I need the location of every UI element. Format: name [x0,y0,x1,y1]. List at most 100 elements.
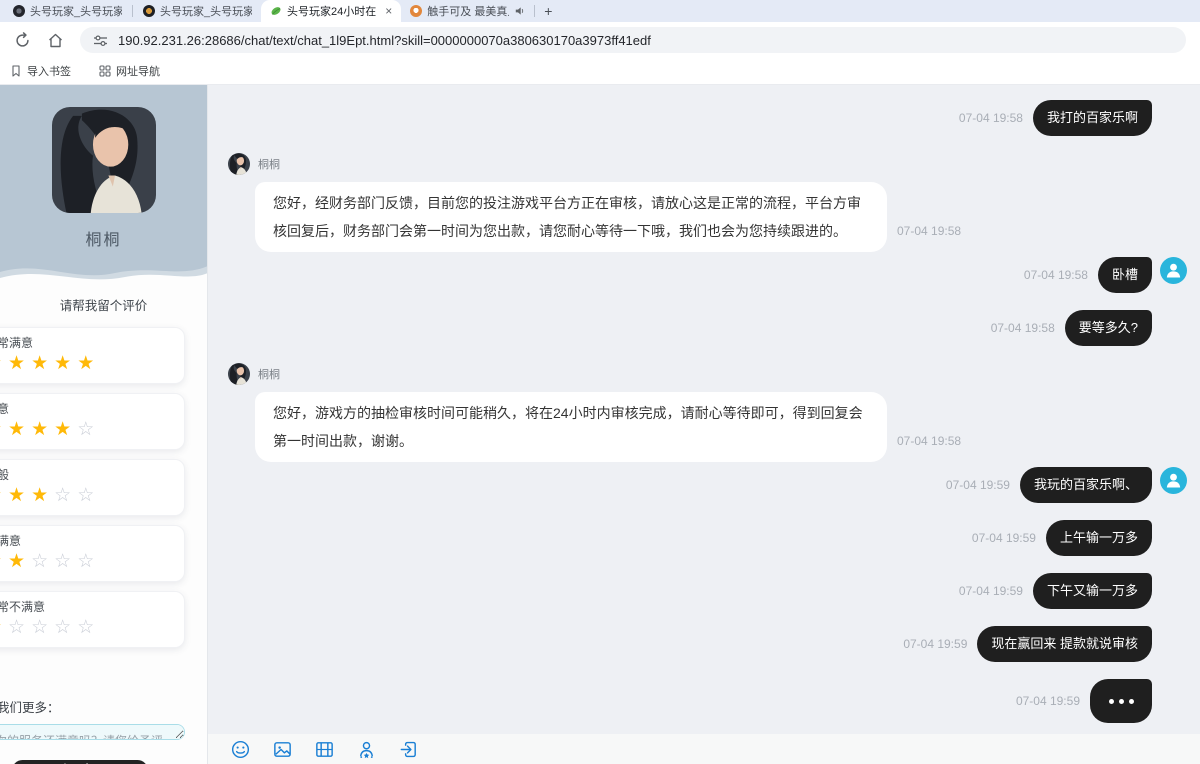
star-empty-icon[interactable]: ☆ [77,617,100,638]
star-empty-icon[interactable]: ☆ [77,419,100,440]
tab-3-active[interactable]: 头号玩家24小时在 × [261,0,401,22]
star-filled-icon[interactable]: ★ [8,485,31,506]
user-message-row: 07-04 19:59 现在赢回来 提款就说审核 [208,626,1200,662]
wave-divider [0,256,208,286]
star-filled-icon[interactable]: ★ [0,353,8,374]
tab-4-favicon-icon [410,5,422,17]
tab-separator [534,5,535,17]
user-message-bubble[interactable]: 卧槽 [1098,257,1152,293]
star-filled-icon[interactable]: ★ [54,353,77,374]
rating-card[interactable]: 非常不满意 ★☆☆☆☆ [0,591,185,648]
home-icon[interactable] [47,32,64,49]
user-message-bubble[interactable]: 要等多久? [1065,310,1152,346]
star-empty-icon[interactable]: ☆ [54,485,77,506]
tab-4[interactable]: 触手可及 最美真人 [401,0,533,22]
image-icon[interactable] [272,739,293,760]
star-filled-icon[interactable]: ★ [31,353,54,374]
rate-service-icon[interactable] [356,739,377,760]
star-filled-icon[interactable]: ★ [0,485,8,506]
user-message-row: 07-04 19:59 [208,679,1200,723]
user-message-bubble[interactable]: 我打的百家乐啊 [1033,100,1152,136]
submit-button[interactable]: 提交 [12,760,148,764]
star-filled-icon[interactable]: ★ [8,353,31,374]
rate-title: 请帮我留个评价 [0,295,207,314]
message-time: 07-04 19:59 [946,478,1010,492]
star-filled-icon[interactable]: ★ [77,353,100,374]
agent-avatar [52,107,156,213]
feedback-textarea[interactable] [0,724,185,740]
agent-header: 桐桐 [0,85,207,286]
tab-2-favicon-icon [143,5,155,17]
star-empty-icon[interactable]: ☆ [54,551,77,572]
reload-icon[interactable] [14,32,31,49]
grid-icon [99,65,111,77]
new-tab-button[interactable]: + [536,3,560,19]
rating-card[interactable]: 一般 ★★★☆☆ [0,459,185,516]
user-message-row: 07-04 19:58 卧槽 [208,257,1200,293]
bookmark-import[interactable]: 导入书签 [10,63,71,79]
user-message-bubble[interactable]: 下午又输一万多 [1033,573,1152,609]
user-message-bubble[interactable] [1090,679,1152,723]
site-controls-icon[interactable] [93,33,108,48]
tab-audio-icon[interactable] [514,5,525,17]
tab-1[interactable]: 头号玩家_头号玩家游 [4,0,131,22]
tab-2[interactable]: 头号玩家_头号玩家游 [134,0,261,22]
message-list[interactable]: 07-04 19:58 我打的百家乐啊 桐桐 您好，经财务部门反馈，目前您的投注… [208,85,1200,734]
message-time: 07-04 19:58 [959,111,1023,125]
user-message-bubble[interactable]: 现在赢回来 提款就说审核 [977,626,1152,662]
star-empty-icon[interactable]: ☆ [77,485,100,506]
address-field[interactable]: 190.92.231.26:28686/chat/text/chat_1l9Ep… [80,27,1186,53]
user-message-row: 07-04 19:59 下午又输一万多 [208,573,1200,609]
rating-label: 非常满意 [0,334,172,351]
tab-close-icon[interactable]: × [385,4,392,18]
star-empty-icon[interactable]: ☆ [77,551,100,572]
rating-label: 非常不满意 [0,598,172,615]
rating-card[interactable]: 非常满意 ★★★★★ [0,327,185,384]
star-filled-icon[interactable]: ★ [8,419,31,440]
rating-label: 满意 [0,400,172,417]
star-filled-icon[interactable]: ★ [31,419,54,440]
agent-message-group: 桐桐 您好，经财务部门反馈，目前您的投注游戏平台方正在审核，请放心这是正常的流程… [208,153,1200,252]
user-message-row: 07-04 19:59 上午输一万多 [208,520,1200,556]
agent-message-bubble[interactable]: 您好，游戏方的抽检审核时间可能稍久，将在24小时内审核完成，请耐心等待即可，得到… [255,392,887,462]
user-message-row: 07-04 19:59 我玩的百家乐啊、 [208,467,1200,503]
star-filled-icon[interactable]: ★ [0,551,8,572]
bookmark-nav[interactable]: 网址导航 [99,63,160,79]
message-time: 07-04 19:59 [959,584,1023,598]
exit-icon[interactable] [398,739,419,760]
user-avatar-icon [1160,257,1187,284]
star-filled-icon[interactable]: ★ [54,419,77,440]
star-filled-icon[interactable]: ★ [0,617,8,638]
star-empty-icon[interactable]: ☆ [31,551,54,572]
user-message-bubble[interactable]: 上午输一万多 [1046,520,1152,556]
star-empty-icon[interactable]: ☆ [8,617,31,638]
agent-message-bubble[interactable]: 您好，经财务部门反馈，目前您的投注游戏平台方正在审核，请放心这是正常的流程，平台… [255,182,887,252]
message-time: 07-04 19:58 [897,434,961,448]
star-filled-icon[interactable]: ★ [0,419,8,440]
star-filled-icon[interactable]: ★ [8,551,31,572]
rating-stars[interactable]: ★★★★★ [0,353,172,375]
rating-card[interactable]: 不满意 ★★☆☆☆ [0,525,185,582]
star-empty-icon[interactable]: ☆ [54,617,77,638]
rating-stars[interactable]: ★★★☆☆ [0,485,172,507]
rating-card[interactable]: 满意 ★★★★☆ [0,393,185,450]
bookmark-nav-label: 网址导航 [116,63,160,79]
message-time: 07-04 19:58 [991,321,1055,335]
star-filled-icon[interactable]: ★ [31,485,54,506]
url-text: 190.92.231.26:28686/chat/text/chat_1l9Ep… [118,33,651,48]
tab-4-title: 触手可及 最美真人 [427,3,508,19]
star-empty-icon[interactable]: ☆ [31,617,54,638]
user-message-bubble[interactable]: 我玩的百家乐啊、 [1020,467,1152,503]
rating-stars[interactable]: ★☆☆☆☆ [0,617,172,639]
video-icon[interactable] [314,739,335,760]
emoji-icon[interactable] [230,739,251,760]
rating-stars[interactable]: ★★☆☆☆ [0,551,172,573]
agent-message-header: 桐桐 [228,363,1200,385]
tab-1-title: 头号玩家_头号玩家游 [30,3,122,19]
message-time: 07-04 19:59 [903,637,967,651]
message-time: 07-04 19:58 [1024,268,1088,282]
tab-2-title: 头号玩家_头号玩家游 [160,3,252,19]
rating-stars[interactable]: ★★★★☆ [0,419,172,441]
bookmark-icon [10,65,22,77]
message-time: 07-04 19:59 [972,531,1036,545]
